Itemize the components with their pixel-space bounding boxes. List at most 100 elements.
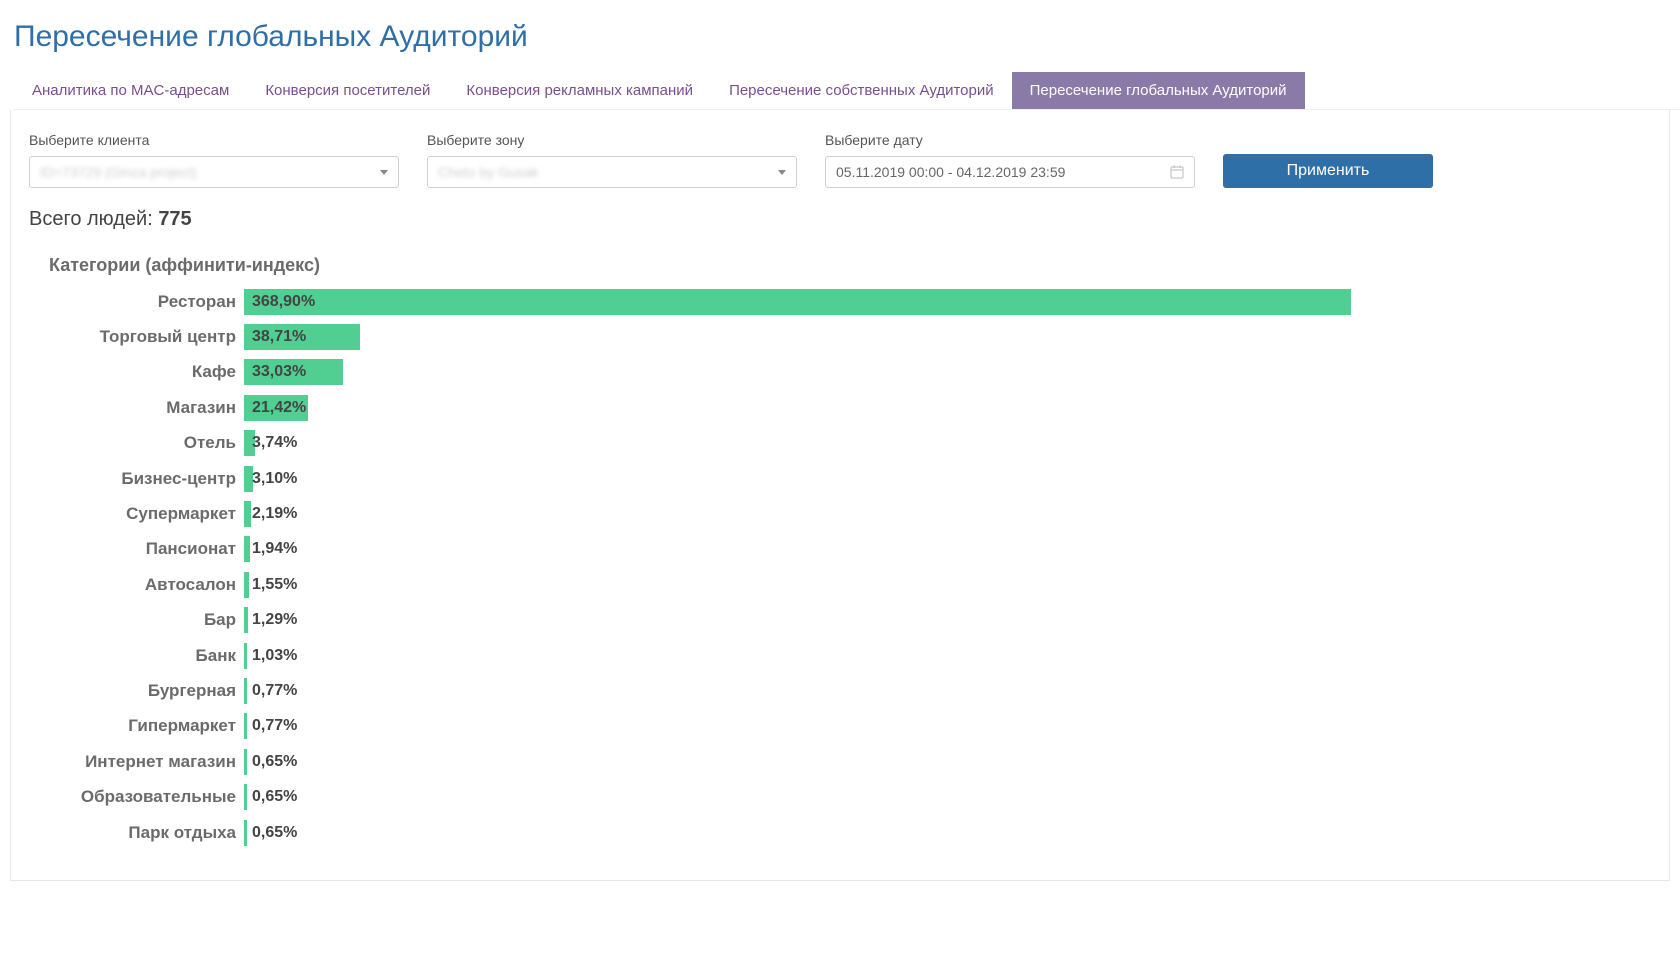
content-panel: Выберите клиента ID=73729 (Ginza project… bbox=[10, 110, 1670, 881]
chart-bar-value: 0,77% bbox=[252, 717, 297, 735]
client-value: ID=73729 (Ginza project) bbox=[40, 164, 197, 180]
date-label: Выберите дату bbox=[825, 132, 1195, 148]
chart-row-label: Бургерная bbox=[29, 681, 244, 701]
chart-bar-value: 368,90% bbox=[252, 293, 315, 311]
chart-row-label: Гипермаркет bbox=[29, 716, 244, 736]
chart-bar-value: 0,77% bbox=[252, 682, 297, 700]
calendar-icon bbox=[1170, 165, 1184, 179]
zone-label: Выберите зону bbox=[427, 132, 797, 148]
tabs: Аналитика по MAC-адресамКонверсия посети… bbox=[14, 72, 1680, 110]
chart-row-label: Ресторан bbox=[29, 292, 244, 312]
chart-row-label: Кафе bbox=[29, 362, 244, 382]
chart-bar-value: 2,19% bbox=[252, 505, 297, 523]
chart-bar bbox=[244, 820, 247, 846]
chart-bar bbox=[244, 713, 247, 739]
chart-bar-area: 2,19% bbox=[244, 501, 1651, 527]
page-title: Пересечение глобальных Аудиторий bbox=[14, 20, 1680, 54]
chart-row: Кафе 33,03% bbox=[29, 355, 1651, 390]
tab-3[interactable]: Пересечение собственных Аудиторий bbox=[711, 72, 1012, 109]
chart-bar-value: 1,94% bbox=[252, 540, 297, 558]
chart-bar-area: 0,65% bbox=[244, 749, 1651, 775]
client-field: Выберите клиента ID=73729 (Ginza project… bbox=[29, 132, 399, 188]
chart-row: Супермаркет 2,19% bbox=[29, 496, 1651, 531]
total-people: Всего людей: 775 bbox=[29, 208, 1651, 231]
chart-row: Бизнес-центр 3,10% bbox=[29, 461, 1651, 496]
affinity-chart: Ресторан 368,90% Торговый центр 38,71% Кафе 3… bbox=[29, 284, 1651, 850]
chart-row: Отель 3,74% bbox=[29, 426, 1651, 461]
chart-row-label: Образовательные bbox=[29, 787, 244, 807]
chart-bar-value: 21,42% bbox=[252, 399, 306, 417]
zone-field: Выберите зону Cheto by Gusak bbox=[427, 132, 797, 188]
tab-0[interactable]: Аналитика по MAC-адресам bbox=[14, 72, 247, 109]
chart-row-label: Парк отдыха bbox=[29, 823, 244, 843]
total-label: Всего людей: bbox=[29, 208, 158, 230]
chart-bar bbox=[244, 572, 249, 598]
chart-bar bbox=[244, 784, 247, 810]
chart-bar-area: 3,74% bbox=[244, 430, 1651, 456]
chart-bar-area: 1,94% bbox=[244, 536, 1651, 562]
chart-row-label: Интернет магазин bbox=[29, 752, 244, 772]
chart-bar bbox=[244, 289, 1351, 315]
chart-bar bbox=[244, 536, 250, 562]
apply-button[interactable]: Применить bbox=[1223, 154, 1433, 188]
chart-bar bbox=[244, 749, 247, 775]
chart-row: Автосалон1,55% bbox=[29, 567, 1651, 602]
chart-bar-area: 21,42% bbox=[244, 395, 1651, 421]
chart-bar-area: 368,90% bbox=[244, 289, 1651, 315]
caret-down-icon bbox=[778, 170, 786, 175]
chart-row-label: Автосалон bbox=[29, 575, 244, 595]
chart-bar-value: 1,03% bbox=[252, 647, 297, 665]
chart-row-label: Отель bbox=[29, 433, 244, 453]
chart-bar-area: 38,71% bbox=[244, 324, 1651, 350]
chart-bar-area: 0,65% bbox=[244, 820, 1651, 846]
chart-bar-value: 0,65% bbox=[252, 788, 297, 806]
chart-row-label: Супермаркет bbox=[29, 504, 244, 524]
chart-bar-value: 1,29% bbox=[252, 611, 297, 629]
chart-row: Гипермаркет 0,77% bbox=[29, 709, 1651, 744]
chart-row: Торговый центр 38,71% bbox=[29, 319, 1651, 354]
tab-2[interactable]: Конверсия рекламных кампаний bbox=[448, 72, 711, 109]
date-field: Выберите дату 05.11.2019 00:00 - 04.12.2… bbox=[825, 132, 1195, 188]
zone-select[interactable]: Cheto by Gusak bbox=[427, 156, 797, 188]
date-value: 05.11.2019 00:00 - 04.12.2019 23:59 bbox=[836, 164, 1065, 180]
client-select[interactable]: ID=73729 (Ginza project) bbox=[29, 156, 399, 188]
chart-bar bbox=[244, 678, 247, 704]
chart-row: Образовательные 0,65% bbox=[29, 779, 1651, 814]
chart-bar-value: 3,10% bbox=[252, 470, 297, 488]
chart-bar-value: 0,65% bbox=[252, 824, 297, 842]
chart-row-label: Банк bbox=[29, 646, 244, 666]
chart-row: Бар 1,29% bbox=[29, 603, 1651, 638]
client-label: Выберите клиента bbox=[29, 132, 399, 148]
chart-row-label: Пансионат bbox=[29, 539, 244, 559]
tab-1[interactable]: Конверсия посетителей bbox=[247, 72, 448, 109]
chart-bar-value: 38,71% bbox=[252, 328, 306, 346]
chart-row-label: Бизнес-центр bbox=[29, 469, 244, 489]
chart-bar bbox=[244, 643, 247, 669]
chart-bar-area: 3,10% bbox=[244, 466, 1651, 492]
chart-row-label: Бар bbox=[29, 610, 244, 630]
chart-row: Бургерная 0,77% bbox=[29, 673, 1651, 708]
chart-bar-area: 0,65% bbox=[244, 784, 1651, 810]
chart-bar-area: 0,77% bbox=[244, 678, 1651, 704]
chart-bar-value: 33,03% bbox=[252, 363, 306, 381]
chart-bar-area: 0,77% bbox=[244, 713, 1651, 739]
date-range-input[interactable]: 05.11.2019 00:00 - 04.12.2019 23:59 bbox=[825, 156, 1195, 188]
chart-bar-area: 1,29% bbox=[244, 607, 1651, 633]
chart-row: Ресторан 368,90% bbox=[29, 284, 1651, 319]
chart-bar-area: 1,55% bbox=[244, 572, 1651, 598]
chart-row: Банк 1,03% bbox=[29, 638, 1651, 673]
total-value: 775 bbox=[158, 208, 191, 230]
chart-bar-area: 1,03% bbox=[244, 643, 1651, 669]
chart-row: Магазин 21,42% bbox=[29, 390, 1651, 425]
filters-row: Выберите клиента ID=73729 (Ginza project… bbox=[29, 132, 1651, 188]
chart-bar-value: 0,65% bbox=[252, 753, 297, 771]
chart-row: Парк отдыха 0,65% bbox=[29, 815, 1651, 850]
tab-4[interactable]: Пересечение глобальных Аудиторий bbox=[1012, 72, 1305, 109]
caret-down-icon bbox=[380, 170, 388, 175]
zone-value: Cheto by Gusak bbox=[438, 164, 538, 180]
chart-title: Категории (аффинити-индекс) bbox=[49, 255, 1651, 276]
chart-row-label: Торговый центр bbox=[29, 327, 244, 347]
chart-bar-value: 3,74% bbox=[252, 434, 297, 452]
chart-row-label: Магазин bbox=[29, 398, 244, 418]
chart-bar bbox=[244, 607, 248, 633]
